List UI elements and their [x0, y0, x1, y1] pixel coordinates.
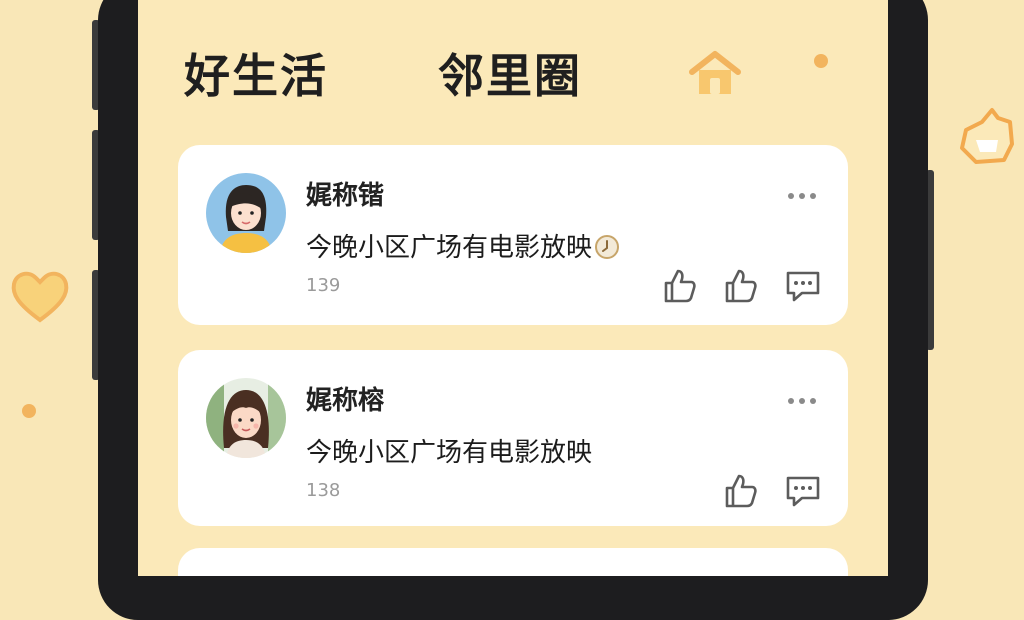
- avatar[interactable]: [206, 173, 286, 253]
- more-options-icon[interactable]: [786, 396, 818, 406]
- app-header: 好生活 邻里圈: [138, 30, 888, 110]
- post-text: 今晚小区广场有电影放映: [306, 227, 620, 264]
- post-card[interactable]: 娓称锴 今晚小区广场有电影放映 139: [178, 145, 848, 325]
- tab-neighborhood[interactable]: 邻里圈: [438, 40, 582, 106]
- clock-icon: [595, 235, 620, 259]
- dot-decoration: [22, 404, 36, 418]
- post-username[interactable]: 娓称锴: [306, 175, 384, 212]
- like-icon[interactable]: [721, 267, 759, 305]
- more-options-icon[interactable]: [786, 191, 818, 201]
- sticker-decoration-icon: [960, 108, 1014, 164]
- post-card[interactable]: 娓称榕 今晚小区广场有电影放映 138: [178, 350, 848, 526]
- like-icon[interactable]: [660, 267, 698, 305]
- phone-screen: 好生活 邻里圈 娓称锴 今晚小区广场有电影放映 139 娓称榕 今晚小区广场有电…: [138, 0, 888, 576]
- post-card[interactable]: [178, 548, 848, 576]
- post-count: 139: [306, 275, 341, 296]
- post-username[interactable]: 娓称榕: [306, 380, 384, 417]
- comment-icon[interactable]: [784, 472, 822, 510]
- like-icon[interactable]: [721, 472, 759, 510]
- avatar[interactable]: [206, 378, 286, 458]
- post-text: 今晚小区广场有电影放映: [306, 438, 593, 468]
- post-count: 138: [306, 480, 341, 501]
- tab-good-life[interactable]: 好生活: [184, 40, 328, 106]
- home-icon[interactable]: [686, 48, 744, 98]
- heart-decoration-icon: [11, 271, 69, 323]
- post-text-content: 今晚小区广场有电影放映: [306, 233, 593, 263]
- comment-icon[interactable]: [784, 267, 822, 305]
- dot-decoration: [814, 54, 828, 68]
